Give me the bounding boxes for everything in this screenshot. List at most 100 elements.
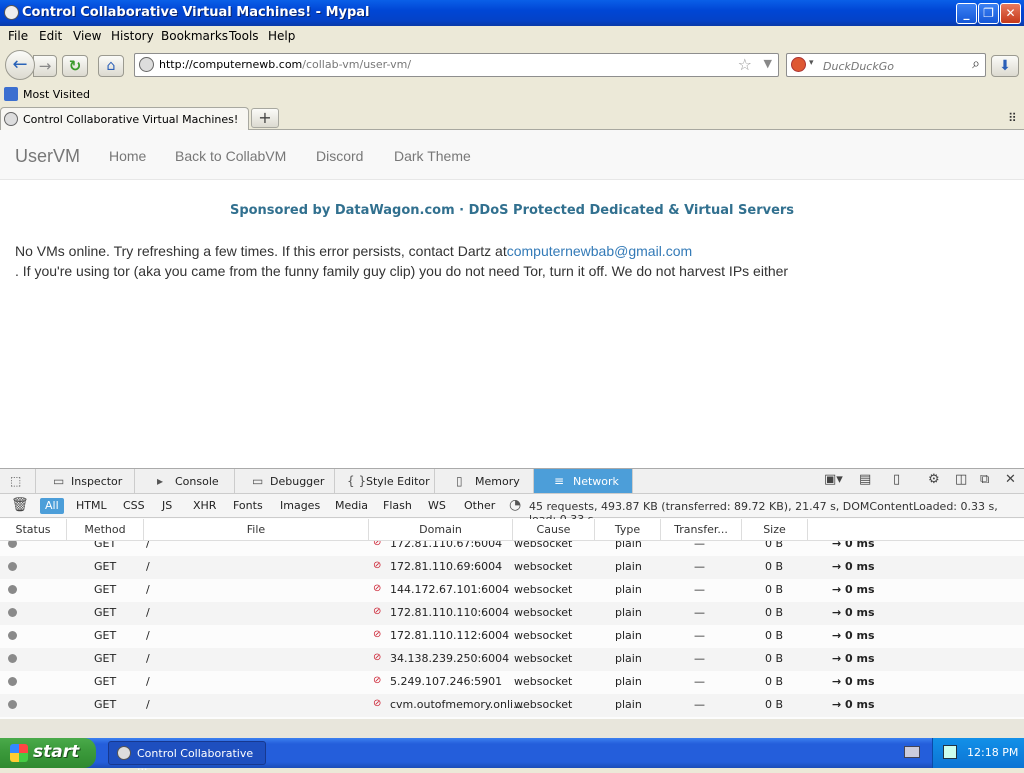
new-tab-button[interactable]: +	[251, 108, 279, 128]
row-type: plain	[615, 541, 642, 550]
tab-inspector[interactable]: ▭ Inspector	[36, 469, 135, 493]
nav-link-back-to-collabvm[interactable]: Back to CollabVM	[175, 148, 286, 164]
menu-history[interactable]: History	[111, 29, 154, 43]
tab-style-editor[interactable]: { } Style Editor	[335, 469, 435, 493]
menu-bar: File Edit View History Bookmarks Tools H…	[0, 26, 1024, 46]
row-transferred: —	[694, 606, 705, 619]
column-size[interactable]: Size	[742, 519, 808, 541]
menu-bookmarks[interactable]: Bookmarks	[161, 29, 228, 43]
row-method: GET	[94, 583, 117, 596]
row-domain: 172.81.110.67:6004	[390, 541, 503, 550]
tab-active[interactable]: Control Collaborative Virtual Machines!	[0, 107, 249, 130]
column-type[interactable]: Type	[595, 519, 661, 541]
column-status[interactable]: Status	[0, 519, 67, 541]
search-bar[interactable]: ▾ ⌕	[786, 53, 986, 77]
table-row[interactable]: ⊘ GET / 34.138.239.250:6004 websocket plain — 0…	[0, 648, 1024, 671]
column-method[interactable]: Method	[67, 519, 144, 541]
filter-all[interactable]: All	[40, 498, 64, 514]
undock-icon[interactable]: ⧉	[980, 472, 989, 487]
download-arrow-icon: ⬇	[999, 58, 1011, 74]
network-column-header: Status Method File Domain Cause Type Tra…	[0, 519, 1024, 541]
search-icon[interactable]: ⌕	[972, 56, 980, 72]
contact-email-link[interactable]: computernewbab@gmail.com	[507, 243, 692, 259]
site-brand[interactable]: UserVM	[15, 146, 80, 167]
filter-images[interactable]: Images	[275, 498, 325, 514]
filter-css[interactable]: CSS	[118, 498, 150, 514]
filter-other[interactable]: Other	[459, 498, 500, 514]
row-cause: websocket	[514, 652, 573, 665]
minimize-button[interactable]: _	[956, 3, 977, 24]
table-row[interactable]: ⊘ GET / 5.249.107.246:5901 websocket plain — 0 …	[0, 671, 1024, 694]
site-identity-icon[interactable]	[139, 57, 154, 72]
sponsor-banner[interactable]: Sponsored by DataWagon.com · DDoS Protec…	[0, 203, 1024, 218]
search-input[interactable]	[821, 57, 965, 75]
bookmark-star-icon[interactable]: ☆	[738, 55, 752, 74]
table-row[interactable]: ⊘ GET / 144.172.67.101:6004 websocket plain — 0…	[0, 579, 1024, 602]
tab-memory[interactable]: ▯ Memory	[435, 469, 534, 493]
forward-button[interactable]: →	[33, 55, 57, 77]
filter-fonts[interactable]: Fonts	[228, 498, 268, 514]
column-transferred[interactable]: Transfer...	[661, 519, 742, 541]
bookmark-most-visited[interactable]: Most Visited	[23, 88, 90, 101]
table-row[interactable]: ⊘ GET / cvm.outofmemory.onli... websocket pla…	[0, 694, 1024, 717]
table-row[interactable]: ⊘ GET / 172.81.110.110:6004 websocket plain — 0…	[0, 602, 1024, 625]
filter-flash[interactable]: Flash	[378, 498, 417, 514]
chevron-down-icon[interactable]: ▼	[764, 57, 772, 70]
row-method: GET	[94, 606, 117, 619]
chevron-down-icon[interactable]: ▾	[809, 58, 814, 68]
reload-button[interactable]: ↻	[62, 55, 88, 77]
dock-side-icon[interactable]: ◫	[955, 472, 967, 487]
filter-js[interactable]: JS	[157, 498, 177, 514]
menu-view[interactable]: View	[73, 29, 101, 43]
row-type: plain	[615, 629, 642, 642]
menu-tools[interactable]: Tools	[229, 29, 259, 43]
window-titlebar[interactable]: Control Collaborative Virtual Machines! …	[0, 0, 1024, 26]
element-picker-button[interactable]: ⬚	[0, 469, 36, 493]
table-row[interactable]: ⊘ GET / 172.81.110.67:6004 websocket plain — 0 …	[0, 541, 1024, 556]
column-file[interactable]: File	[144, 519, 369, 541]
menu-edit[interactable]: Edit	[39, 29, 62, 43]
nav-link-discord[interactable]: Discord	[316, 148, 363, 164]
responsive-design-icon[interactable]: ▯	[893, 472, 900, 487]
close-icon[interactable]: ✕	[1005, 472, 1016, 487]
downloads-button[interactable]: ⬇	[991, 55, 1019, 77]
insecure-connection-icon: ⊘	[373, 606, 382, 617]
filter-media[interactable]: Media	[330, 498, 373, 514]
url-bar[interactable]: http://computernewb.com/collab-vm/user-v…	[134, 53, 779, 77]
close-button[interactable]: ✕	[1000, 3, 1021, 24]
tab-network[interactable]: ≡ Network	[534, 469, 633, 493]
keyboard-icon[interactable]	[904, 746, 920, 758]
url-text[interactable]: http://computernewb.com/collab-vm/user-v…	[159, 58, 411, 71]
maximize-button[interactable]: ❐	[978, 3, 999, 24]
gear-icon[interactable]: ⚙	[928, 472, 940, 487]
tab-debugger[interactable]: ▭ Debugger	[235, 469, 335, 493]
menu-file[interactable]: File	[8, 29, 28, 43]
back-button[interactable]: ←	[5, 50, 35, 80]
duckduckgo-icon[interactable]	[791, 57, 806, 72]
table-row[interactable]: ⊘ GET / 172.81.110.112:6004 websocket plain — 0…	[0, 625, 1024, 648]
performance-icon[interactable]: ◔	[509, 497, 521, 513]
menu-help[interactable]: Help	[268, 29, 295, 43]
layout-icon[interactable]: ▣▾	[824, 472, 843, 487]
trash-icon[interactable]: 🗑	[11, 497, 29, 513]
network-status-icon[interactable]	[943, 745, 957, 759]
nav-link-dark-theme[interactable]: Dark Theme	[394, 148, 471, 164]
nav-link-home[interactable]: Home	[109, 148, 146, 164]
split-console-icon[interactable]: ▤	[859, 472, 871, 487]
row-timing: → 0 ms	[832, 606, 875, 619]
start-button[interactable]: start	[0, 738, 96, 768]
column-domain[interactable]: Domain	[369, 519, 513, 541]
filter-html[interactable]: HTML	[71, 498, 112, 514]
column-cause[interactable]: Cause	[513, 519, 595, 541]
row-cause: websocket	[514, 606, 573, 619]
home-button[interactable]: ⌂	[98, 55, 124, 77]
app-icon	[4, 5, 19, 20]
tab-console[interactable]: ▸ Console	[135, 469, 235, 493]
insecure-connection-icon: ⊘	[373, 652, 382, 663]
table-row[interactable]: ⊘ GET / 172.81.110.69:6004 websocket plain — 0 …	[0, 556, 1024, 579]
filter-xhr[interactable]: XHR	[188, 498, 221, 514]
row-method: GET	[94, 560, 117, 573]
taskbar-window-item[interactable]: Control Collaborative ...	[108, 741, 266, 773]
tab-list-icon[interactable]: ⠿	[1008, 111, 1017, 125]
filter-ws[interactable]: WS	[423, 498, 451, 514]
